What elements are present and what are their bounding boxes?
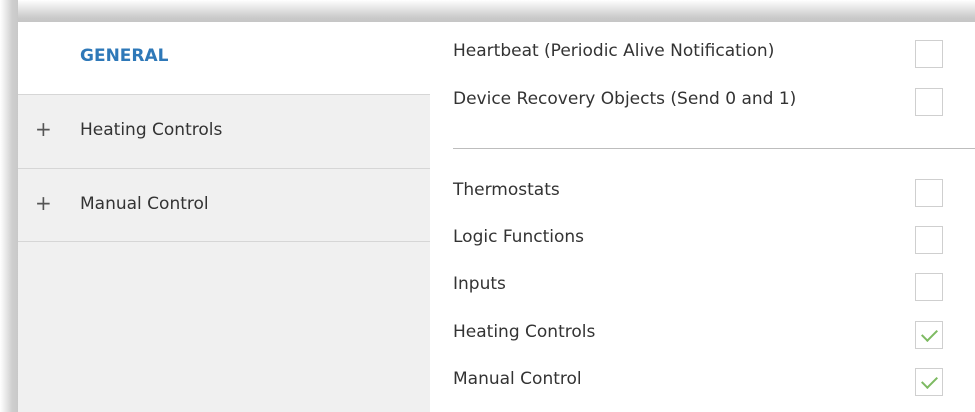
main-panel: Heartbeat (Periodic Alive Notification) … [430, 22, 975, 412]
window-shadow-left [0, 0, 18, 412]
option-row-manual-control: Manual Control [430, 358, 975, 402]
option-row-device-recovery: Device Recovery Objects (Send 0 and 1) [430, 78, 975, 122]
thermostats-checkbox[interactable] [915, 179, 943, 207]
option-label: Heartbeat (Periodic Alive Notification) [453, 41, 775, 61]
expand-plus-icon[interactable]: + [35, 119, 52, 139]
parameters-window: GENERAL + Heating Controls + Manual Cont… [18, 22, 975, 412]
heartbeat-checkbox[interactable] [915, 40, 943, 68]
option-row-thermostats: Thermostats [430, 169, 975, 213]
sidebar-item-general[interactable]: GENERAL [18, 22, 430, 94]
sidebar-item-manual-control[interactable]: + Manual Control [18, 168, 430, 243]
sidebar-item-general-label: GENERAL [80, 46, 169, 66]
sidebar-item-label: Manual Control [80, 194, 209, 214]
sidebar-item-label: Heating Controls [80, 120, 223, 140]
expand-plus-icon[interactable]: + [35, 193, 52, 213]
option-row-heating-controls: Heating Controls [430, 311, 975, 355]
heating-controls-checkbox[interactable] [915, 321, 943, 349]
option-label: Manual Control [453, 369, 582, 389]
option-label: Device Recovery Objects (Send 0 and 1) [453, 89, 797, 109]
manual-control-checkbox[interactable] [915, 368, 943, 396]
window-shadow-top [0, 0, 975, 24]
option-row-logic-functions: Logic Functions [430, 216, 975, 260]
option-row-inputs: Inputs [430, 263, 975, 307]
sidebar-item-heating-controls[interactable]: + Heating Controls [18, 94, 430, 169]
option-row-heartbeat: Heartbeat (Periodic Alive Notification) [430, 30, 975, 74]
sidebar: GENERAL + Heating Controls + Manual Cont… [18, 22, 430, 412]
sidebar-divider [18, 241, 430, 242]
inputs-checkbox[interactable] [915, 273, 943, 301]
option-label: Heating Controls [453, 322, 596, 342]
option-label: Inputs [453, 274, 506, 294]
option-label: Thermostats [453, 180, 560, 200]
device-recovery-checkbox[interactable] [915, 88, 943, 116]
logic-functions-checkbox[interactable] [915, 226, 943, 254]
option-label: Logic Functions [453, 227, 585, 247]
section-divider [453, 148, 975, 149]
